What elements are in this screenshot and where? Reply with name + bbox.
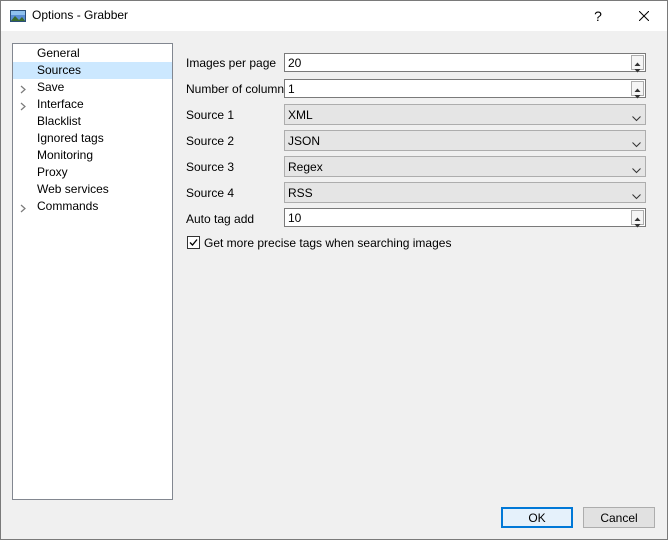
auto-tag-add-value: 10 (288, 211, 302, 225)
source-2-label: Source 2 (186, 134, 235, 148)
cancel-button[interactable]: Cancel (583, 507, 655, 528)
auto-tag-add-label: Auto tag add (186, 212, 255, 226)
spin-arrows[interactable] (631, 55, 644, 73)
source-2-select[interactable]: JSON (284, 130, 646, 151)
ok-button[interactable]: OK (501, 507, 573, 528)
window-title: Options - Grabber (32, 8, 129, 22)
source-1-label: Source 1 (186, 108, 235, 122)
sidebar-item-label: Interface (37, 97, 84, 111)
sidebar-item-save[interactable]: Save (13, 79, 172, 96)
sidebar-item-blacklist[interactable]: Blacklist (13, 113, 172, 130)
sidebar-item-monitoring[interactable]: Monitoring (13, 147, 172, 164)
chevron-right-icon[interactable] (19, 100, 27, 111)
chevron-down-icon (632, 163, 641, 174)
source-3-value: Regex (288, 160, 323, 174)
source-1-select[interactable]: XML (284, 104, 646, 125)
sidebar-item-label: Web services (37, 182, 109, 196)
number-of-columns-label: Number of columns (186, 82, 291, 96)
sidebar-item-label: Proxy (37, 165, 68, 179)
checkmark-icon (189, 239, 198, 246)
close-button[interactable] (621, 1, 667, 31)
images-per-page-spinbox[interactable]: 20 (284, 53, 646, 73)
sidebar-item-label: Ignored tags (37, 131, 104, 145)
images-per-page-value: 20 (288, 56, 302, 70)
help-button[interactable]: ? (575, 1, 621, 31)
number-of-columns-value: 1 (288, 82, 295, 96)
number-of-columns-spinbox[interactable]: 1 (284, 79, 646, 99)
auto-tag-add-spinbox[interactable]: 10 (284, 208, 646, 228)
chevron-right-icon[interactable] (19, 202, 27, 213)
chevron-down-icon (632, 111, 641, 122)
spin-arrows[interactable] (631, 81, 644, 99)
sidebar-item-web-services[interactable]: Web services (13, 181, 172, 198)
source-3-select[interactable]: Regex (284, 156, 646, 177)
spin-down-icon[interactable] (632, 63, 643, 73)
images-per-page-label: Images per page (186, 56, 277, 70)
chevron-down-icon (632, 189, 641, 200)
source-4-label: Source 4 (186, 186, 235, 200)
sidebar-item-proxy[interactable]: Proxy (13, 164, 172, 181)
source-4-value: RSS (288, 186, 313, 200)
spin-down-icon[interactable] (632, 89, 643, 99)
precise-tags-checkbox[interactable] (187, 236, 200, 249)
sidebar-item-label: Monitoring (37, 148, 94, 162)
sidebar-item-label: Commands (37, 199, 99, 213)
close-icon (638, 8, 650, 24)
sidebar-item-ignored-tags[interactable]: Ignored tags (13, 130, 172, 147)
title-bar: Options - Grabber ? (1, 1, 667, 31)
grabber-app-icon (10, 10, 26, 22)
source-2-value: JSON (288, 134, 321, 148)
spin-down-icon[interactable] (632, 218, 643, 228)
spin-up-icon[interactable] (632, 211, 643, 221)
chevron-down-icon (632, 137, 641, 148)
source-4-select[interactable]: RSS (284, 182, 646, 203)
sidebar-item-general[interactable]: General (13, 45, 172, 62)
spin-up-icon[interactable] (632, 82, 643, 92)
sidebar-item-label: Sources (37, 63, 82, 77)
sidebar-item-sources[interactable]: Sources (13, 62, 172, 79)
sidebar-item-label: Blacklist (37, 114, 82, 128)
options-dialog: Options - Grabber ? General Sources Save (0, 0, 668, 540)
spin-arrows[interactable] (631, 210, 644, 228)
sidebar-item-label: General (37, 46, 80, 60)
sidebar-item-interface[interactable]: Interface (13, 96, 172, 113)
chevron-right-icon[interactable] (19, 83, 27, 94)
precise-tags-label[interactable]: Get more precise tags when searching ima… (204, 236, 451, 250)
source-3-label: Source 3 (186, 160, 235, 174)
spin-up-icon[interactable] (632, 56, 643, 66)
options-category-tree[interactable]: General Sources Save Interface Blacklist… (12, 43, 173, 500)
sidebar-item-commands[interactable]: Commands (13, 198, 172, 215)
source-1-value: XML (288, 108, 313, 122)
sidebar-item-label: Save (37, 80, 65, 94)
